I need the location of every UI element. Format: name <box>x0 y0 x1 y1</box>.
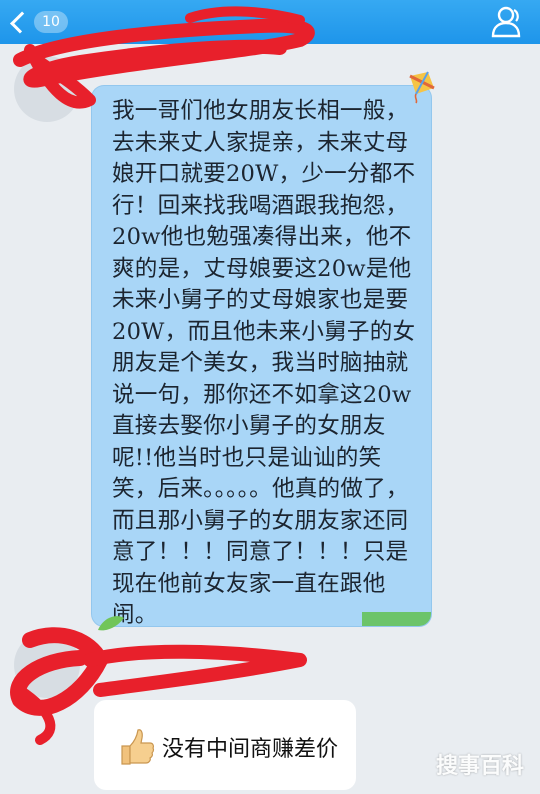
person-icon[interactable] <box>490 4 526 38</box>
back-button[interactable]: 10 <box>6 6 68 38</box>
reply-text: 没有中间商赚差价 <box>162 737 339 762</box>
leaf-sticker-icon <box>98 616 124 631</box>
watermark-logo: 搜事百科 <box>435 754 524 779</box>
thumbs-up-icon <box>121 729 155 765</box>
bubble-corner <box>362 612 431 626</box>
chevron-left-icon <box>10 11 32 33</box>
message-text: 我一哥们他女朋友长相一般，去未来丈人家提亲，未来丈母娘开口就要20W，少一分都不… <box>112 98 416 626</box>
kite-sticker-icon <box>409 71 435 104</box>
chat-header: 10 <box>0 0 540 44</box>
message-bubble[interactable]: 我一哥们他女朋友长相一般，去未来丈人家提亲，未来丈母娘开口就要20W，少一分都不… <box>92 86 431 626</box>
reply-bubble[interactable]: 没有中间商赚差价 <box>94 700 356 790</box>
sender-avatar[interactable] <box>14 632 80 698</box>
unread-count-badge: 10 <box>34 11 68 33</box>
sender-avatar[interactable] <box>14 56 80 122</box>
